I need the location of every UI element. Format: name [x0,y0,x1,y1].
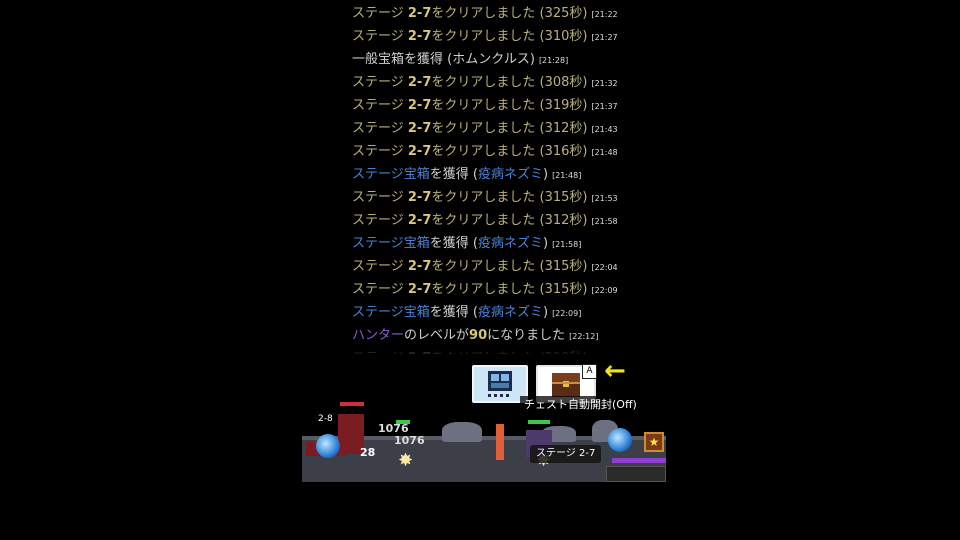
log-timestamp: [21:28] [538,56,569,65]
log-line: 一般宝箱を獲得 (ホムンクルス) [21:28] [352,48,622,71]
log-line: ステージ 2-7をクリアしました (310秒) [21:27 [352,25,622,48]
log-segment: ステージ [352,213,408,228]
log-timestamp: [21:22 [591,10,618,19]
log-timestamp: [22:09] [552,309,582,318]
log-segment: ステージ [352,144,408,159]
log-line: ステージ 2-7をクリアしました (316秒) [21:48 [352,140,622,163]
rock [442,422,482,442]
status-panel [606,466,666,482]
log-line: ステージ 2-7をクリアしました (315秒) [21:53 [352,186,622,209]
log-segment: ) [529,52,535,67]
log-segment: をクリアしました (315秒) [431,282,588,297]
log-segment: ステージ [352,121,408,136]
log-segment: ) [542,236,549,251]
blue-orb [316,434,340,458]
log-timestamp: [21:48 [591,148,618,157]
log-segment: ステージ [352,98,408,113]
log-segment: ステージ宝箱 [352,236,430,251]
log-segment: ステージ宝箱 [352,167,430,182]
log-line: ステージ宝箱を獲得 (疫病ネズミ) [21:48] [352,163,622,186]
log-segment: 2-7 [407,259,432,274]
log-line: ステージ 2-7をクリアしました (315秒) [22:04 [352,255,622,278]
log-segment: ) [542,305,549,320]
log-segment: ステージ [352,282,408,297]
log-line: ステージ 2-7をクリアしました (312秒) [21:43 [352,117,622,140]
log-line: ステージ 2-7をクリアしました (308秒) [21:32 [352,71,622,94]
log-fade [352,340,622,360]
event-log: ステージ 2-7をクリアしました (325秒) [21:22 ステージ 2-7をクリ… [352,2,622,354]
log-segment: 2-7 [407,75,432,90]
log-segment: 2-7 [407,190,432,205]
log-segment: ステージ [352,259,408,274]
log-segment: 2-7 [407,6,432,21]
log-segment: を獲得 ( [429,305,478,320]
log-segment: をクリアしました (315秒) [431,190,588,205]
log-segment: を獲得 ( [404,52,453,67]
log-segment: をクリアしました (319秒) [431,98,588,113]
hit-spark: ✸ [398,450,414,471]
log-segment: 疫病ネズミ [477,305,543,320]
log-segment: をクリアしました (308秒) [431,75,588,90]
log-timestamp: [21:32 [591,79,618,88]
log-timestamp: [21:37 [591,102,618,111]
log-segment: 2-7 [407,121,432,136]
log-segment: を獲得 ( [429,236,478,251]
log-segment: ) [542,167,549,182]
log-segment: 2-7 [407,282,432,297]
ally-hp-bar [528,420,550,424]
pointer-arrow-icon: ← [604,356,626,386]
stage-map-icon [488,371,512,397]
damage-number: 28 [360,446,376,459]
log-timestamp: [21:53 [591,194,618,203]
log-timestamp: [22:09 [591,286,618,295]
chest-tooltip: チェスト自動開封(Off) [520,396,641,414]
enemy-hp-bar [340,402,364,406]
log-line: ステージ宝箱を獲得 (疫病ネズミ) [22:09] [352,301,622,324]
current-stage-label: ステージ 2-7 [530,445,602,463]
skill-icon[interactable]: ★ [644,432,664,452]
log-timestamp: [21:27 [591,33,618,42]
log-segment: 2-7 [407,144,432,159]
log-segment: ホムンクルス [452,52,530,67]
log-segment: ステージ宝箱 [352,305,430,320]
log-segment: をクリアしました (312秒) [431,213,588,228]
player-hp-bar [612,458,666,463]
log-segment: 疫病ネズミ [477,167,543,182]
log-timestamp: [21:43 [591,125,618,134]
log-line: ステージ宝箱を獲得 (疫病ネズミ) [21:58] [352,232,622,255]
log-segment: ステージ [352,29,408,44]
log-segment: ステージ [352,190,408,205]
flame-sprite [496,424,504,460]
log-segment: をクリアしました (310秒) [431,29,588,44]
log-segment: 2-7 [407,98,432,113]
log-segment: をクリアしました (325秒) [431,6,588,21]
log-timestamp: [21:48] [552,171,582,180]
log-segment: ステージ [352,6,408,21]
next-stage-label: 2-8 [318,414,333,424]
log-segment: をクリアしました (316秒) [431,144,588,159]
log-line: ステージ 2-7をクリアしました (312秒) [21:58 [352,209,622,232]
blue-orb [608,428,632,452]
log-segment: ステージ [352,75,408,90]
log-segment: 2-7 [407,29,432,44]
log-segment: をクリアしました (312秒) [431,121,588,136]
log-segment: 一般宝箱 [352,52,405,67]
log-timestamp: [22:04 [591,263,618,272]
log-segment: をクリアしました (315秒) [431,259,588,274]
log-timestamp: [21:58] [552,240,582,249]
log-segment: 2-7 [407,213,432,228]
log-line: ステージ 2-7をクリアしました (325秒) [21:22 [352,2,622,25]
damage-number: 1076 [394,434,425,447]
log-line: ステージ 2-7をクリアしました (315秒) [22:09 [352,278,622,301]
log-segment: 疫病ネズミ [477,236,543,251]
log-segment: を獲得 ( [429,167,478,182]
auto-indicator-badge: A [582,364,597,379]
log-timestamp: [21:58 [591,217,618,226]
log-line: ステージ 2-7をクリアしました (319秒) [21:37 [352,94,622,117]
